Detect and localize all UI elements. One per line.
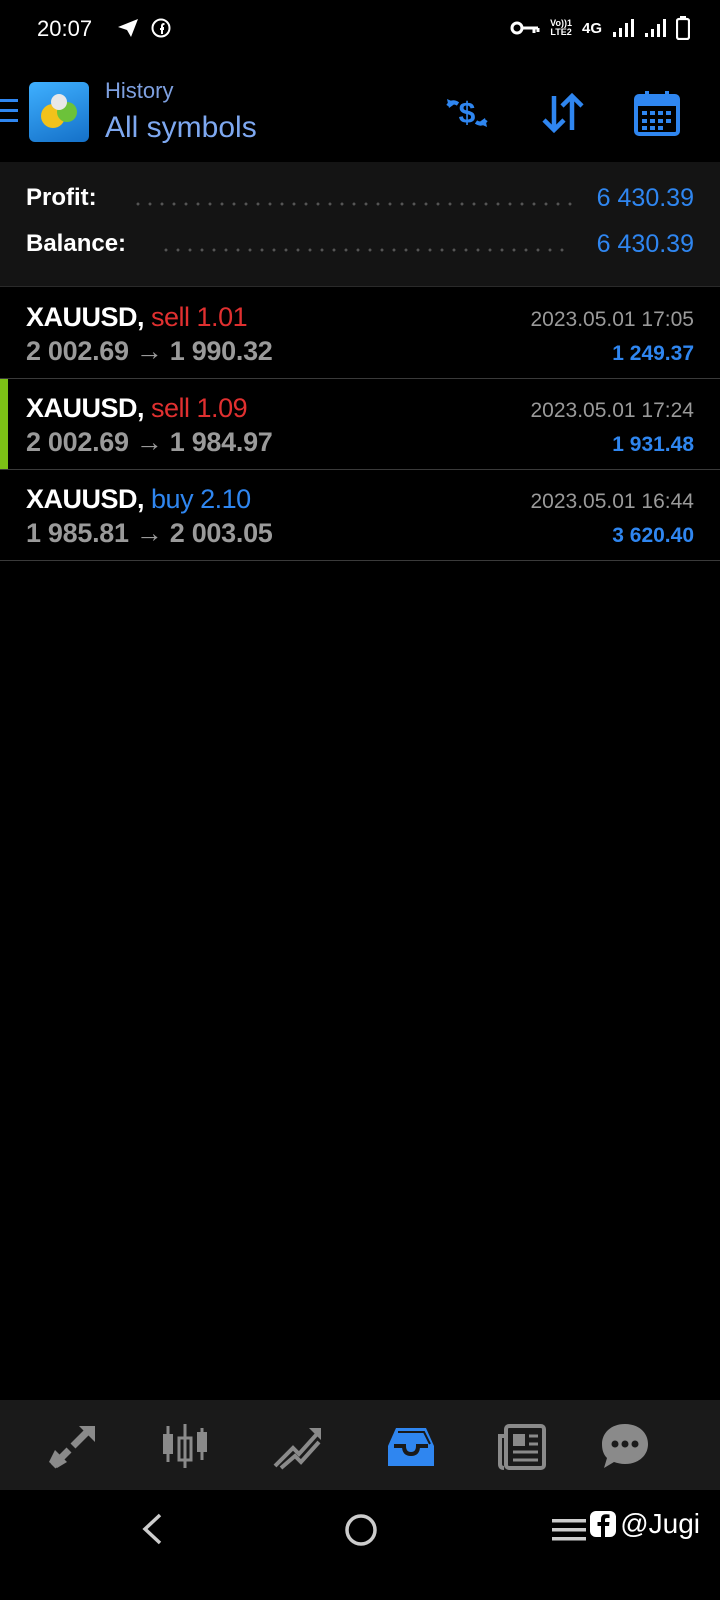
metatrader-logo-icon (29, 82, 89, 142)
trade-time: 2023.05.01 17:05 (530, 308, 695, 331)
trade-symbol: XAUUSD, sell 1.09 (26, 393, 248, 424)
profit-row: Profit: 6 430.39 (0, 184, 720, 224)
trade-side: sell 1.09 (151, 393, 248, 423)
page-title[interactable]: All symbols (105, 111, 257, 145)
balance-row: Balance: 6 430.39 (0, 230, 720, 270)
menu-icon[interactable] (0, 97, 20, 125)
status-time: 20:07 (37, 16, 93, 41)
trade-row[interactable]: XAUUSD, sell 1.09 2 002.69 → 1 984.97 20… (0, 379, 720, 470)
chat-icon[interactable] (600, 1422, 650, 1472)
trade-side: buy 2.10 (151, 484, 251, 514)
selected-marker (0, 379, 8, 469)
balance-value: 6 430.39 (596, 230, 694, 258)
bottom-nav (0, 1400, 720, 1490)
trade-time: 2023.05.01 16:44 (530, 490, 695, 513)
trade-row[interactable]: XAUUSD, sell 1.01 2 002.69 → 1 990.32 20… (0, 288, 720, 379)
signal-sim1-icon (613, 19, 634, 37)
signal-sim2-icon (645, 19, 666, 37)
home-icon[interactable] (344, 1513, 378, 1547)
system-nav-bar (0, 1490, 720, 1600)
summary-panel: Profit: 6 430.39 Balance: 6 430.39 (0, 162, 720, 287)
trade-prices: 2 002.69 → 1 990.32 (26, 336, 273, 366)
trade-profit: 1 249.37 (612, 342, 694, 365)
status-bar: 20:07 Vo))1 LTE2 4G (0, 0, 720, 62)
deposit-withdraw-icon[interactable]: $ (444, 90, 490, 136)
volte-indicator: Vo))1 LTE2 (550, 19, 572, 37)
profit-value: 6 430.39 (596, 184, 694, 212)
vpn-key-icon (510, 21, 540, 35)
trade-icon[interactable] (273, 1422, 323, 1472)
news-icon[interactable] (498, 1422, 548, 1472)
trade-symbol-text: XAUUSD, (26, 393, 145, 423)
trade-symbol: XAUUSD, buy 2.10 (26, 484, 251, 515)
profit-label: Profit: (26, 184, 97, 211)
trade-profit: 3 620.40 (612, 524, 694, 547)
back-icon[interactable] (140, 1512, 164, 1546)
page-subtitle: History (105, 78, 174, 103)
volte-line2: LTE2 (550, 27, 572, 37)
trade-prices: 2 002.69 → 1 984.97 (26, 427, 273, 457)
battery-icon (676, 16, 690, 40)
balance-label: Balance: (26, 230, 127, 257)
trade-symbol: XAUUSD, sell 1.01 (26, 302, 248, 333)
recents-icon[interactable] (552, 1517, 586, 1543)
facebook-logo-icon (590, 1511, 617, 1537)
trade-row[interactable]: XAUUSD, buy 2.10 1 985.81 → 2 003.05 202… (0, 470, 720, 561)
watermark: @Jugi (590, 1508, 700, 1540)
sort-icon[interactable] (540, 90, 586, 136)
balance-dots (160, 248, 572, 252)
facebook-icon (151, 18, 171, 38)
trade-profit: 1 931.48 (612, 433, 694, 456)
telegram-icon (118, 19, 138, 37)
trade-time: 2023.05.01 17:24 (530, 399, 695, 422)
trade-symbol-text: XAUUSD, (26, 484, 145, 514)
watermark-text: @Jugi (620, 1508, 700, 1539)
history-icon[interactable] (386, 1422, 436, 1472)
chart-icon[interactable] (160, 1422, 210, 1472)
trade-symbol-text: XAUUSD, (26, 302, 145, 332)
trade-side: sell 1.01 (151, 302, 248, 332)
svg-text:$: $ (459, 97, 476, 130)
calendar-icon[interactable] (634, 90, 680, 136)
quotes-icon[interactable] (47, 1422, 97, 1472)
network-type: 4G (581, 19, 602, 37)
profit-dots (132, 202, 572, 206)
trade-prices: 1 985.81 → 2 003.05 (26, 518, 273, 548)
